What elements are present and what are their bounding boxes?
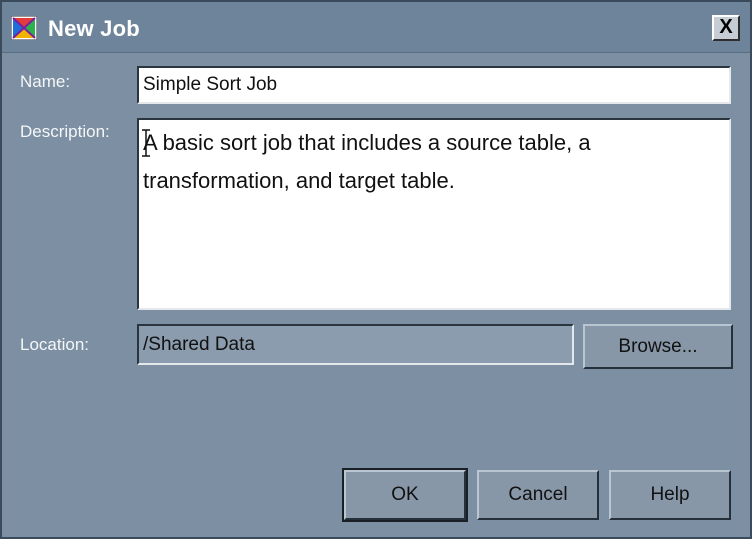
new-job-dialog: New Job X Name: Description: A basic sor… [0, 0, 752, 539]
dialog-title: New Job [48, 16, 140, 41]
help-button[interactable]: Help [609, 470, 731, 520]
description-label: Description: [20, 122, 110, 141]
description-textarea[interactable]: A basic sort job that includes a source … [137, 118, 731, 310]
app-icon [11, 16, 37, 40]
close-icon: X [719, 16, 733, 38]
cancel-button[interactable]: Cancel [477, 470, 599, 520]
close-button[interactable]: X [712, 15, 740, 41]
browse-button[interactable]: Browse... [583, 324, 733, 369]
location-input[interactable] [137, 324, 574, 365]
title-bar[interactable]: New Job X [2, 2, 750, 53]
name-input[interactable] [137, 66, 731, 104]
name-label: Name: [20, 72, 71, 91]
ok-button[interactable]: OK [342, 468, 468, 522]
text-cursor-icon [142, 129, 150, 157]
location-label: Location: [20, 335, 89, 354]
